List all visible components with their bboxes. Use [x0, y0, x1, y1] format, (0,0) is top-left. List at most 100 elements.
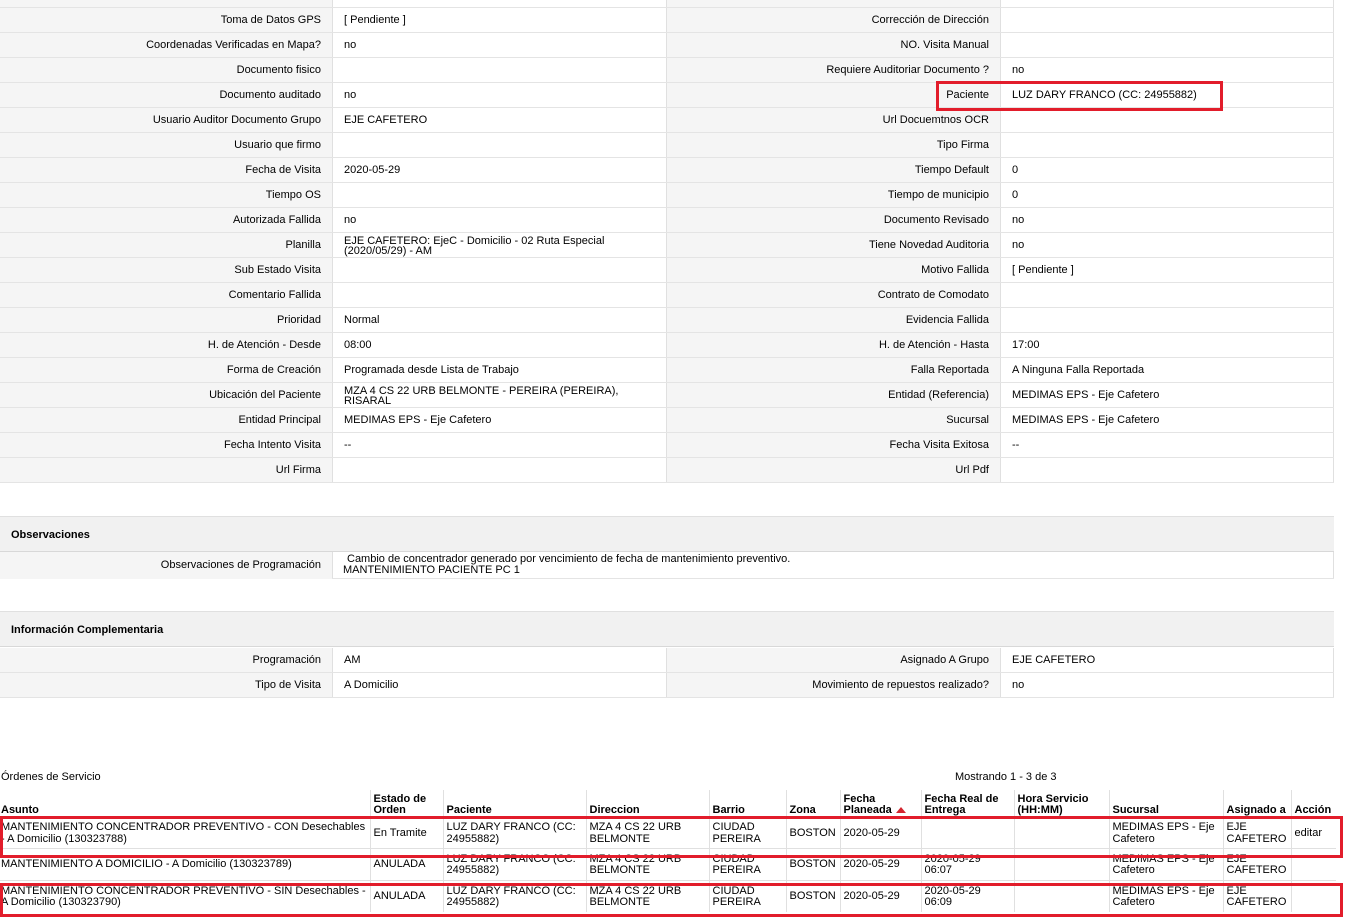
cell-text: --	[344, 439, 352, 451]
cell-text: Entidad Principal	[238, 414, 321, 426]
cell-text: 08:00	[344, 339, 372, 351]
cell-text: ANULADA	[373, 890, 426, 902]
detail-row: Ubicación del Paciente MZA 4 CS 22 URB BE…	[0, 383, 1334, 408]
detail-label: Tiene Novedad Auditoria	[666, 233, 1000, 257]
detail-value	[332, 133, 666, 157]
detail-label: Documento auditado	[0, 83, 332, 107]
column-header-label: Acción	[1294, 804, 1332, 816]
cell-text: Planilla	[285, 239, 321, 251]
detail-label: Tiempo OS	[0, 183, 332, 207]
column-header[interactable]: Sucursal	[1108, 790, 1223, 817]
cell-text: CIUDAD PEREIRA	[712, 820, 761, 845]
detail-label: Motivo Fallida	[666, 258, 1000, 282]
cell-text: Comentario Fallida	[228, 289, 321, 301]
detail-row: Autorizada Fallida no Documento Revisado no	[0, 208, 1334, 233]
column-header[interactable]: Asunto	[0, 790, 370, 817]
cell-text: Fecha Visita Exitosa	[889, 439, 989, 451]
detail-row: Tiempo OS Tiempo de municipio 0	[0, 183, 1334, 208]
cell-text: 2020-05-29 06:07	[924, 852, 981, 876]
ordenes-title: Órdenes de Servicio	[1, 771, 101, 783]
column-header[interactable]: Paciente	[442, 790, 586, 817]
cell-text: LUZ DARY FRANCO (CC: 24955882)	[446, 884, 576, 908]
cell-text: Tiempo de municipio	[887, 189, 989, 201]
detail-value	[332, 183, 666, 207]
obs-line: MANTENIMIENTO PACIENTE PC 1	[343, 564, 520, 576]
table-row[interactable]: MANTENIMIENTO CONCENTRADOR PREVENTIVO - …	[0, 816, 1336, 849]
column-header[interactable]: Hora Servicio (HH:MM)	[1013, 790, 1109, 817]
detail-value: A Ninguna Falla Reportada	[1000, 358, 1334, 382]
detail-value	[1000, 133, 1334, 157]
cell-text: EJE CAFETERO	[1012, 654, 1096, 666]
cell-estado: ANULADA	[369, 848, 443, 881]
cell-text: BOSTON	[789, 858, 836, 870]
complementaria-grid: Programación AM Asignado A Grupo EJE CAFETE…	[0, 648, 1334, 698]
detail-value: no	[1000, 233, 1334, 257]
detail-row: Tipo de Visita A Domicilio Movimiento de r…	[0, 673, 1334, 698]
detail-label: H. de Atención - Hasta	[666, 333, 1000, 357]
detail-value: [ Pendiente ]	[332, 8, 666, 32]
complementaria-header: Información Complementaria	[0, 611, 1334, 647]
detail-row: Prioridad Normal Evidencia Fallida	[0, 308, 1334, 333]
cell-text: MEDIMAS EPS - Eje Cafetero	[1112, 884, 1215, 908]
table-row[interactable]: MANTENIMIENTO A DOMICILIO - A Domicilio …	[0, 848, 1336, 881]
column-header[interactable]: Estado de Orden	[369, 790, 443, 817]
detail-row: Usuario que firmo Tipo Firma	[0, 133, 1334, 158]
cell-text: 0	[1012, 189, 1019, 201]
cell-zona: BOSTON	[785, 848, 840, 881]
detail-value: MEDIMAS EPS - Eje Cafetero	[1000, 408, 1334, 432]
detail-label: Observaciones de Programación	[0, 552, 332, 579]
column-header[interactable]: Acción	[1290, 790, 1336, 817]
detail-label: Tiempo de municipio	[666, 183, 1000, 207]
sort-ascending-icon[interactable]	[895, 807, 906, 814]
cell-text: Usuario Auditor Documento Grupo	[152, 114, 321, 126]
table-row[interactable]: MANTENIMIENTO CONCENTRADOR PREVENTIVO - …	[0, 880, 1336, 912]
cell-sucursal: MEDIMAS EPS - Eje Cafetero	[1108, 880, 1223, 912]
cell-text: Url Pdf	[955, 464, 989, 476]
cell-paciente: LUZ DARY FRANCO (CC: 24955882)	[442, 880, 586, 912]
detail-label: Usuario que firmo	[0, 133, 332, 157]
column-header-label: Estado de Orden	[373, 793, 427, 816]
cell-asunto: MANTENIMIENTO CONCENTRADOR PREVENTIVO - …	[0, 880, 370, 912]
edit-link[interactable]: editar	[1295, 827, 1323, 839]
cell-hora	[1013, 848, 1109, 881]
detail-label: Coordenadas Verificadas en Mapa?	[0, 33, 332, 57]
cell-text: Tipo Firma	[936, 139, 989, 151]
cell-fecha-planeada: 2020-05-29	[839, 816, 921, 849]
cell-fecha-real: 2020-05-29 06:09	[920, 880, 1014, 912]
column-header-label: Barrio	[712, 804, 745, 816]
cell-text: 2020-05-29	[843, 890, 900, 902]
cell-text: MEDIMAS EPS - Eje Cafetero	[344, 414, 492, 426]
detail-value: 08:00	[332, 333, 666, 357]
detail-label: Comentario Fallida	[0, 283, 332, 307]
cell-sucursal: MEDIMAS EPS - Eje Cafetero	[1108, 848, 1223, 881]
detail-label: Url Firma	[0, 458, 332, 482]
detail-row: Fecha de Visita 2020-05-29 Tiempo Default 0	[0, 158, 1334, 183]
column-header[interactable]: Asignado a	[1222, 790, 1291, 817]
cell-text: Url Docuemtnos OCR	[882, 114, 989, 126]
detail-label: Fecha Intento Visita	[0, 433, 332, 457]
cell-fecha-planeada: 2020-05-29	[839, 880, 921, 912]
detail-value: [ Pendiente ]	[1000, 258, 1334, 282]
detail-value: 0	[1000, 183, 1334, 207]
cell-barrio: CIUDAD PEREIRA	[708, 848, 786, 881]
cell-zona: BOSTON	[785, 880, 840, 912]
column-header-label: Zona	[789, 804, 816, 816]
cell-text: AM	[344, 654, 361, 666]
cell-estado: ANULADA	[369, 880, 443, 912]
column-header[interactable]: Direccion	[585, 790, 709, 817]
detail-value	[332, 458, 666, 482]
detail-value	[1000, 283, 1334, 307]
detail-value: no	[332, 83, 666, 107]
cell-text: Prioridad	[276, 314, 321, 326]
cell-text: [ Pendiente ]	[344, 14, 406, 26]
detail-label: Paciente	[666, 83, 1000, 107]
ordenes-table: Asunto Estado de Orden Paciente Direccion Ba…	[0, 790, 1336, 912]
column-header[interactable]: Zona	[785, 790, 840, 817]
cell-text: Toma de Datos GPS	[220, 14, 321, 26]
detail-row: Url Firma Url Pdf	[0, 458, 1334, 483]
column-header[interactable]: Fecha Planeada	[839, 790, 921, 817]
detail-label: Prioridad	[0, 308, 332, 332]
cell-hora	[1013, 816, 1109, 849]
column-header[interactable]: Fecha Real de Entrega	[920, 790, 1014, 817]
column-header[interactable]: Barrio	[708, 790, 786, 817]
